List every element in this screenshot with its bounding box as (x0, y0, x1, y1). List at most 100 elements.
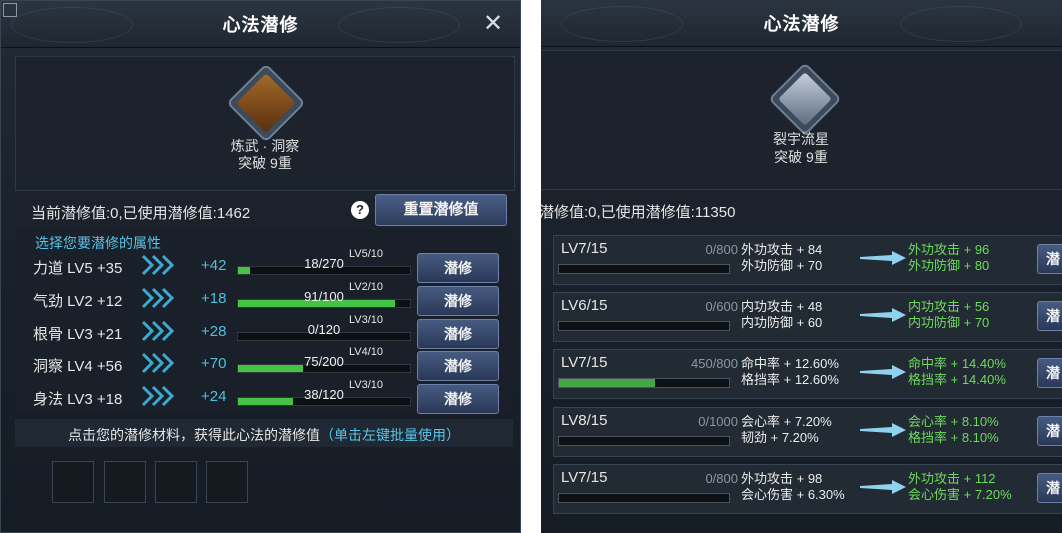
next-stat: 内功攻击 + 56 (908, 299, 990, 314)
attribute-row: 身法 LV3 +18 +24 38/120 LV3/10 潜修 (15, 379, 513, 414)
current-stat: 内功攻击 + 48 (741, 299, 823, 314)
row-progress-fill (559, 379, 655, 387)
attribute-name: 力道 LV5 +35 (33, 260, 123, 277)
row-points: 0/600 (705, 299, 738, 314)
potential-row: LV7/15 0/800 外功攻击 + 84 外功防御 + 70 外功攻击 + 96 外功… (553, 235, 1062, 285)
chevron-arrows-icon (141, 352, 175, 374)
row-points: 450/800 (691, 356, 738, 371)
next-stat: 外功攻击 + 96 (908, 242, 990, 257)
skill-icon-frame (226, 63, 306, 143)
current-stats: 会心率 + 7.20% 韧劲 + 7.20% (741, 414, 832, 446)
cultivate-button[interactable]: 潜 (1037, 473, 1062, 503)
row-level: LV7/15 (561, 240, 608, 257)
current-stats: 命中率 + 12.60% 格挡率 + 12.60% (741, 356, 839, 388)
potential-row: LV7/15 450/800 命中率 + 12.60% 格挡率 + 12.60% 命中率… (553, 349, 1062, 399)
chevron-arrows-icon (141, 385, 175, 407)
next-stat: 会心伤害 + 7.20% (908, 487, 1012, 502)
upgrade-arrow-icon (860, 480, 906, 494)
current-stat: 会心率 + 7.20% (741, 414, 832, 429)
next-bonus: +24 (201, 388, 227, 405)
window-title: 心法潜修 (222, 15, 299, 36)
reset-points-button[interactable]: 重置潜修值 (375, 194, 507, 226)
current-stat: 内功防御 + 60 (741, 315, 823, 330)
progress-bar: 91/100 (237, 289, 411, 308)
chevron-arrows-icon (141, 254, 175, 276)
help-icon[interactable]: ? (351, 201, 369, 219)
next-stat: 命中率 + 14.40% (908, 356, 1006, 371)
row-level: LV8/15 (561, 412, 608, 429)
upgrade-arrow-icon (860, 308, 906, 322)
next-bonus: +42 (201, 257, 227, 274)
current-stat: 会心伤害 + 6.30% (741, 487, 845, 502)
cultivate-button[interactable]: 潜修 (417, 384, 499, 414)
current-stat: 韧劲 + 7.20% (741, 430, 819, 445)
next-stat: 格挡率 + 14.40% (908, 372, 1006, 387)
close-button[interactable]: ✕ (480, 11, 506, 37)
material-hint: 点击您的潜修材料，获得此心法的潜修值（单击左键批量使用） (15, 425, 513, 445)
progress-bar: 38/120 (237, 387, 411, 406)
current-stats: 内功攻击 + 48 内功防御 + 60 (741, 299, 822, 331)
potential-row: LV8/15 0/1000 会心率 + 7.20% 韧劲 + 7.20% 会心率 + 8… (553, 407, 1062, 457)
progress-bar: 75/200 (237, 354, 411, 373)
upgrade-arrow-icon (860, 365, 906, 379)
cultivate-button[interactable]: 潜修 (417, 286, 499, 316)
next-stat: 会心率 + 8.10% (908, 414, 999, 429)
attribute-name: 气劲 LV2 +12 (33, 293, 123, 310)
attribute-row: 气劲 LV2 +12 +18 91/100 LV2/10 潜修 (15, 281, 513, 316)
current-points-text: 潜修值:0,已使用潜修值:11350 (541, 204, 736, 221)
attribute-level: LV2/10 (349, 281, 384, 293)
skill-info-area: 炼武 · 洞察 突破 9重 (15, 56, 515, 191)
attribute-list: 选择您要潜修的属性 力道 LV5 +35 +42 18/270 LV5/10 潜修 气劲 … (15, 229, 513, 414)
row-points: 0/800 (705, 242, 738, 257)
next-stats: 外功攻击 + 96 外功防御 + 80 (908, 242, 989, 274)
cultivate-button[interactable]: 潜修 (417, 319, 499, 349)
next-stats: 会心率 + 8.10% 格挡率 + 8.10% (908, 414, 999, 446)
row-progress-bar (558, 321, 730, 331)
current-stat: 外功攻击 + 84 (741, 242, 823, 257)
cultivate-button[interactable]: 潜修 (417, 253, 499, 283)
row-points: 0/1000 (698, 414, 738, 429)
progress-count: 75/200 (304, 354, 344, 369)
progress-count: 91/100 (304, 289, 344, 304)
cultivate-button[interactable]: 潜 (1037, 416, 1062, 446)
material-hint-bar: 点击您的潜修材料，获得此心法的潜修值（单击左键批量使用） (15, 419, 513, 447)
batch-use-hint[interactable]: （单击左键批量使用） (320, 427, 460, 443)
cultivate-button[interactable]: 潜 (1037, 358, 1062, 388)
potential-row: LV6/15 0/600 内功攻击 + 48 内功防御 + 60 内功攻击 + 56 内功… (553, 292, 1062, 342)
skill-icon-frame (768, 62, 842, 136)
current-points-text: 当前潜修值:0,已使用潜修值:1462 (31, 205, 251, 222)
left-potential-panel: 心法潜修 ✕ 炼武 · 洞察 突破 9重 当前潜修值:0,已使用潜修值:1462… (0, 0, 521, 533)
next-stat: 格挡率 + 8.10% (908, 430, 999, 445)
skill-info-area: 裂宇流星 突破 9重 (541, 50, 1062, 190)
attribute-row: 力道 LV5 +35 +42 18/270 LV5/10 潜修 (15, 248, 513, 283)
attribute-row: 根骨 LV3 +21 +28 0/120 LV3/10 潜修 (15, 314, 513, 349)
next-stat: 外功防御 + 80 (908, 258, 990, 273)
next-stats: 外功攻击 + 112 会心伤害 + 7.20% (908, 471, 1012, 503)
row-level: LV7/15 (561, 469, 608, 486)
cultivate-button[interactable]: 潜 (1037, 244, 1062, 274)
meteor-skill-icon (778, 72, 832, 126)
title-bar: 心法潜修 (541, 0, 1062, 47)
material-hint-text: 点击您的潜修材料，获得此心法的潜修值 (68, 427, 320, 443)
attribute-name: 身法 LV3 +18 (33, 391, 123, 408)
next-stat: 外功攻击 + 112 (908, 471, 996, 486)
upgrade-arrow-icon (860, 251, 906, 265)
material-slot[interactable] (206, 461, 248, 503)
cultivate-button[interactable]: 潜修 (417, 351, 499, 381)
row-progress-bar (558, 264, 730, 274)
material-slot[interactable] (52, 461, 94, 503)
next-bonus: +28 (201, 323, 227, 340)
skill-stage: 突破 9重 (238, 155, 292, 171)
skill-name: 裂宇流星 (773, 131, 829, 147)
right-potential-panel: 心法潜修 裂宇流星 突破 9重 潜修值:0,已使用潜修值:11350 LV7/1… (541, 0, 1062, 533)
cultivate-button[interactable]: 潜 (1037, 301, 1062, 331)
row-progress-bar (558, 493, 730, 503)
row-progress-bar (558, 436, 730, 446)
potential-row: LV7/15 0/800 外功攻击 + 98 会心伤害 + 6.30% 外功攻击 + 1… (553, 464, 1062, 514)
current-stat: 外功攻击 + 98 (741, 471, 823, 486)
material-slot[interactable] (155, 461, 197, 503)
progress-count: 0/120 (307, 322, 341, 337)
next-bonus: +70 (201, 355, 227, 372)
material-slot[interactable] (104, 461, 146, 503)
row-progress-bar (558, 378, 730, 388)
